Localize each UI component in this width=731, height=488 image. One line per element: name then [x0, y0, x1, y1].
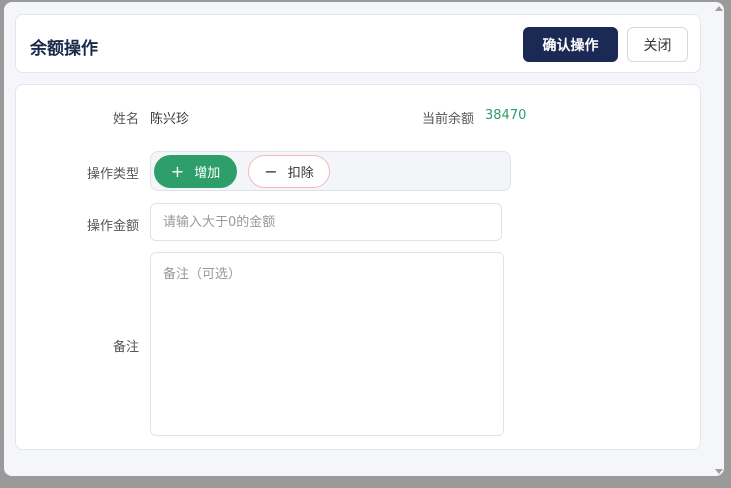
scroll-up-icon[interactable]	[715, 6, 723, 11]
dialog-title: 余额操作	[30, 39, 98, 59]
confirm-button[interactable]: 确认操作	[523, 27, 618, 62]
name-label: 姓名	[112, 112, 139, 127]
op-add-button[interactable]: + 增加	[154, 155, 237, 188]
amount-label: 操作金额	[86, 219, 139, 234]
op-add-label: 增加	[194, 166, 221, 181]
name-value: 陈兴珍	[150, 112, 190, 127]
op-sub-button[interactable]: − 扣除	[248, 155, 330, 188]
op-type-toggle: + 增加 − 扣除	[150, 151, 511, 191]
form-card: 姓名 陈兴珍 当前余额 38470 操作类型 + 增加 − 扣除 操作金额 备注	[15, 84, 701, 450]
balance-dialog: 余额操作 确认操作 关闭 姓名 陈兴珍 当前余额 38470 操作类型 + 增加…	[4, 2, 724, 476]
op-sub-label: 扣除	[287, 166, 314, 181]
amount-input[interactable]	[150, 203, 502, 241]
balance-value: 38470	[485, 108, 527, 123]
plus-icon: +	[170, 161, 185, 181]
scrollbar[interactable]	[713, 2, 724, 476]
minus-icon: −	[264, 161, 278, 181]
scroll-down-icon[interactable]	[715, 469, 723, 474]
dialog-header: 余额操作 确认操作 关闭	[15, 14, 701, 73]
note-label: 备注	[112, 340, 139, 355]
note-textarea[interactable]	[150, 252, 504, 436]
op-type-label: 操作类型	[86, 167, 139, 182]
balance-label: 当前余额	[421, 112, 474, 127]
close-button[interactable]: 关闭	[627, 27, 688, 62]
